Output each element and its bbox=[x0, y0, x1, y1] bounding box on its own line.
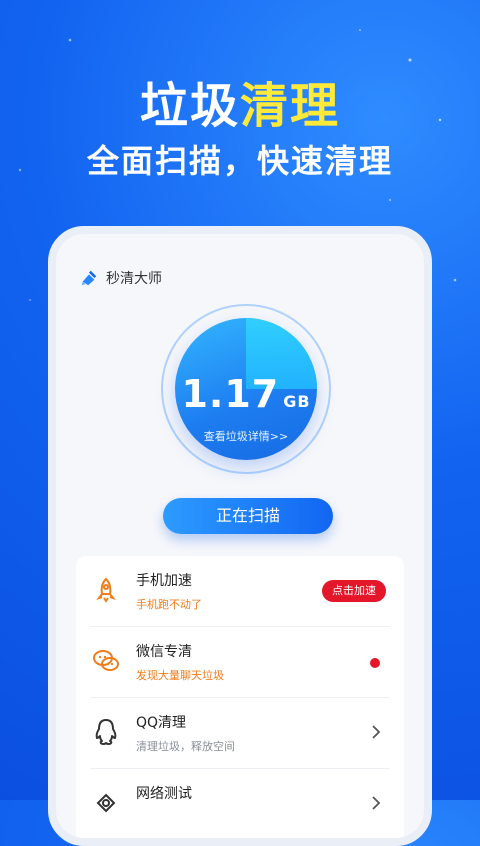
network-icon bbox=[90, 787, 122, 819]
phone-screen: 秒清大师 1.17 GB 查看垃圾详情>> 正在扫描 手机加速 手机跑不动了 点… bbox=[56, 234, 424, 838]
feature-item-qq-clean[interactable]: QQ清理 清理垃圾，释放空间 bbox=[76, 698, 404, 768]
chevron-right-icon bbox=[372, 796, 381, 810]
subheadline: 全面扫描，快速清理 bbox=[86, 142, 393, 180]
feature-title: 网络测试 bbox=[136, 786, 192, 802]
gauge-circle: 1.17 GB 查看垃圾详情>> bbox=[175, 318, 317, 460]
feature-item-wechat-clean[interactable]: 微信专清 发现大量聊天垃圾 bbox=[76, 627, 404, 697]
chevron-right-icon bbox=[372, 725, 381, 739]
wechat-icon bbox=[90, 645, 122, 677]
qq-icon bbox=[90, 716, 122, 748]
junk-size-value: 1.17 bbox=[181, 372, 280, 416]
feature-item-network-test[interactable]: 网络测试 bbox=[76, 769, 404, 838]
feature-subtitle: 手机跑不动了 bbox=[136, 598, 202, 611]
app-header: 秒清大师 bbox=[80, 268, 162, 288]
feature-item-phone-speedup[interactable]: 手机加速 手机跑不动了 点击加速 bbox=[76, 556, 404, 626]
feature-list: 手机加速 手机跑不动了 点击加速 微信专清 发现大量聊天垃圾 QQ清理 清理垃圾… bbox=[76, 556, 404, 838]
junk-gauge: 1.17 GB 查看垃圾详情>> bbox=[161, 304, 331, 474]
rocket-icon bbox=[90, 574, 122, 606]
headline: 垃圾清理 bbox=[0, 66, 480, 136]
feature-texts: 手机加速 手机跑不动了 bbox=[136, 570, 202, 612]
junk-size-unit: GB bbox=[283, 392, 311, 411]
view-junk-details-link[interactable]: 查看垃圾详情>> bbox=[175, 428, 317, 444]
feature-title: 微信专清 bbox=[136, 644, 192, 660]
junk-size: 1.17 GB bbox=[175, 372, 317, 416]
feature-subtitle: 清理垃圾，释放空间 bbox=[136, 740, 235, 753]
headline-accent: 清理 bbox=[240, 78, 341, 134]
broom-icon bbox=[81, 270, 97, 286]
feature-title: QQ清理 bbox=[136, 715, 187, 731]
feature-subtitle: 发现大量聊天垃圾 bbox=[136, 669, 224, 682]
app-title: 秒清大师 bbox=[106, 271, 162, 287]
notification-dot bbox=[370, 658, 380, 668]
speedup-button[interactable]: 点击加速 bbox=[322, 580, 386, 602]
phone-mockup: 秒清大师 1.17 GB 查看垃圾详情>> 正在扫描 手机加速 手机跑不动了 点… bbox=[48, 226, 432, 846]
feature-texts: QQ清理 清理垃圾，释放空间 bbox=[136, 712, 235, 754]
feature-texts: 网络测试 bbox=[136, 783, 192, 803]
headline-part1: 垃圾 bbox=[139, 78, 240, 134]
feature-title: 手机加速 bbox=[136, 573, 192, 589]
feature-texts: 微信专清 发现大量聊天垃圾 bbox=[136, 641, 224, 683]
scanning-button[interactable]: 正在扫描 bbox=[163, 498, 333, 534]
